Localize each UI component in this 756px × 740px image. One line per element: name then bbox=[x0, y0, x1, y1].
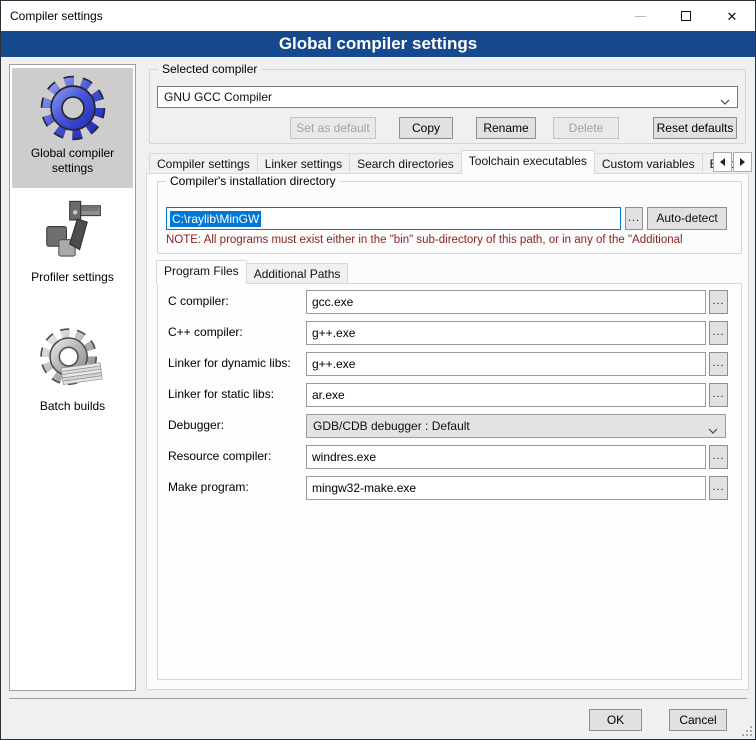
browse-button[interactable]: ... bbox=[709, 445, 728, 469]
compiler-settings-dialog: Compiler settings ✕ Global compiler sett… bbox=[0, 0, 756, 740]
field-label: Resource compiler: bbox=[168, 449, 271, 463]
toolchain-executables-page: Compiler's installation directory C:\ray… bbox=[146, 173, 749, 690]
chevron-down-icon bbox=[708, 423, 718, 437]
field-label: Debugger: bbox=[168, 418, 224, 432]
caliper-icon bbox=[12, 192, 133, 268]
linker-static-row: Linker for static libs: ... bbox=[158, 383, 741, 407]
window-controls: ✕ bbox=[617, 1, 755, 31]
sidebar-item-label: Profiler settings bbox=[12, 268, 133, 291]
tab-custom-variables[interactable]: Custom variables bbox=[595, 153, 703, 174]
set-as-default-button: Set as default bbox=[290, 117, 376, 139]
tab-toolchain-executables[interactable]: Toolchain executables bbox=[461, 150, 595, 174]
browse-button[interactable]: ... bbox=[709, 290, 728, 314]
linker-static-input[interactable] bbox=[306, 383, 706, 407]
debugger-row: Debugger: GDB/CDB debugger : Default bbox=[158, 414, 741, 438]
settings-category-sidebar: Global compiler settings Profiler settin… bbox=[9, 64, 136, 691]
close-icon: ✕ bbox=[727, 10, 738, 23]
tab-scroll-left-button[interactable] bbox=[713, 152, 732, 172]
gear-stack-icon bbox=[12, 321, 133, 397]
sidebar-item-batch-builds[interactable]: Batch builds bbox=[12, 321, 133, 429]
directory-selected-text: C:\raylib\MinGW bbox=[170, 211, 261, 227]
resource-compiler-row: Resource compiler: ... bbox=[158, 445, 741, 469]
compiler-select-value: GNU GCC Compiler bbox=[164, 90, 272, 104]
tab-scroll-right-button[interactable] bbox=[733, 152, 752, 172]
delete-button: Delete bbox=[553, 117, 619, 139]
field-label: Linker for dynamic libs: bbox=[168, 356, 291, 370]
left-arrow-icon bbox=[720, 158, 725, 166]
resource-compiler-input[interactable] bbox=[306, 445, 706, 469]
field-label: Linker for static libs: bbox=[168, 387, 274, 401]
maximize-button[interactable] bbox=[663, 1, 709, 31]
installation-directory-group: Compiler's installation directory C:\ray… bbox=[157, 181, 742, 254]
main-panel: Selected compiler GNU GCC Compiler Set a… bbox=[146, 64, 749, 691]
c-compiler-row: C compiler: ... bbox=[158, 290, 741, 314]
window-title: Compiler settings bbox=[1, 9, 103, 23]
browse-button[interactable]: ... bbox=[709, 352, 728, 376]
directory-browse-button[interactable]: ... bbox=[625, 207, 643, 230]
debugger-select[interactable]: GDB/CDB debugger : Default bbox=[306, 414, 726, 438]
group-label: Compiler's installation directory bbox=[166, 174, 340, 188]
field-label: C++ compiler: bbox=[168, 325, 243, 339]
linker-dynamic-row: Linker for dynamic libs: ... bbox=[158, 352, 741, 376]
ok-button[interactable]: OK bbox=[589, 709, 642, 731]
gear-blue-icon bbox=[12, 68, 133, 144]
rename-button[interactable]: Rename bbox=[476, 117, 536, 139]
browse-button[interactable]: ... bbox=[709, 476, 728, 500]
c-compiler-input[interactable] bbox=[306, 290, 706, 314]
titlebar: Compiler settings ✕ bbox=[1, 1, 755, 31]
debugger-select-value: GDB/CDB debugger : Default bbox=[313, 419, 470, 433]
cpp-compiler-row: C++ compiler: ... bbox=[158, 321, 741, 345]
chevron-down-icon bbox=[720, 94, 730, 108]
program-files-panel: C compiler: ... C++ compiler: ... Linker… bbox=[157, 283, 742, 680]
sidebar-item-label: Global compiler settings bbox=[12, 144, 133, 182]
tab-linker-settings[interactable]: Linker settings bbox=[258, 153, 350, 174]
bin-subdirectory-note: NOTE: All programs must exist either in … bbox=[166, 234, 738, 246]
field-label: Make program: bbox=[168, 480, 249, 494]
tab-search-directories[interactable]: Search directories bbox=[350, 153, 462, 174]
compiler-select[interactable]: GNU GCC Compiler bbox=[157, 86, 738, 108]
minimize-button bbox=[617, 1, 663, 31]
close-button[interactable]: ✕ bbox=[709, 1, 755, 31]
browse-button[interactable]: ... bbox=[709, 321, 728, 345]
tab-program-files[interactable]: Program Files bbox=[156, 260, 247, 284]
group-label: Selected compiler bbox=[158, 62, 261, 76]
make-program-input[interactable] bbox=[306, 476, 706, 500]
make-program-row: Make program: ... bbox=[158, 476, 741, 500]
settings-tabstrip: Compiler settings Linker settings Search… bbox=[149, 150, 740, 174]
selected-compiler-group: Selected compiler GNU GCC Compiler Set a… bbox=[149, 69, 746, 144]
sidebar-item-profiler-settings[interactable]: Profiler settings bbox=[12, 192, 133, 302]
sidebar-item-label: Batch builds bbox=[12, 397, 133, 420]
cancel-button[interactable]: Cancel bbox=[669, 709, 727, 731]
resize-grip[interactable] bbox=[741, 725, 752, 736]
sidebar-item-global-compiler-settings[interactable]: Global compiler settings bbox=[12, 68, 133, 188]
browse-button[interactable]: ... bbox=[709, 383, 728, 407]
tab-compiler-settings[interactable]: Compiler settings bbox=[149, 153, 258, 174]
minimize-icon bbox=[635, 16, 646, 17]
cpp-compiler-input[interactable] bbox=[306, 321, 706, 345]
maximize-icon bbox=[681, 11, 691, 21]
tab-additional-paths[interactable]: Additional Paths bbox=[247, 263, 349, 284]
reset-defaults-button[interactable]: Reset defaults bbox=[653, 117, 737, 139]
auto-detect-button[interactable]: Auto-detect bbox=[647, 207, 727, 230]
installation-directory-input[interactable]: C:\raylib\MinGW bbox=[166, 207, 621, 230]
dialog-header: Global compiler settings bbox=[1, 31, 755, 57]
field-label: C compiler: bbox=[168, 294, 229, 308]
program-files-tabstrip: Program Files Additional Paths bbox=[157, 260, 348, 284]
copy-button[interactable]: Copy bbox=[399, 117, 453, 139]
right-arrow-icon bbox=[740, 158, 745, 166]
footer-divider bbox=[9, 698, 747, 699]
linker-dynamic-input[interactable] bbox=[306, 352, 706, 376]
